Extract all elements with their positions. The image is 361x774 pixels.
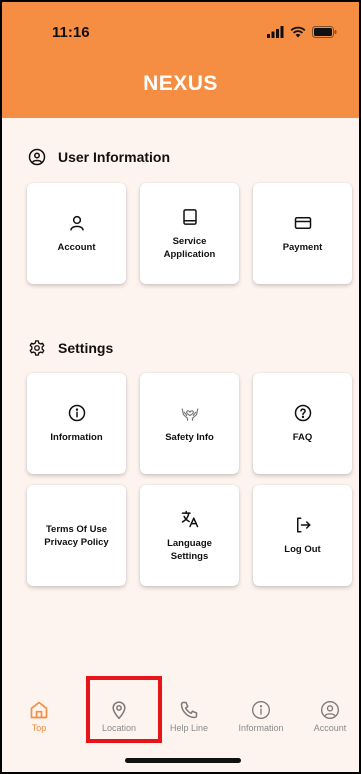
user-circle-icon (28, 148, 46, 166)
information-card-label: Information (50, 432, 103, 443)
terms-privacy-card[interactable]: Terms Of Use Privacy Policy (27, 485, 126, 586)
battery-icon (312, 26, 337, 38)
info-icon (251, 700, 271, 720)
terms-privacy-card-label: Terms Of Use Privacy Policy (44, 523, 109, 548)
nav-account[interactable]: Account (297, 700, 359, 733)
user-circle-icon (320, 700, 340, 720)
user-information-title: User Information (58, 149, 171, 165)
nav-help-line[interactable]: Help Line (156, 700, 222, 733)
info-icon (67, 403, 87, 423)
payment-card[interactable]: Payment (253, 183, 352, 284)
wifi-icon (290, 26, 306, 38)
user-icon (67, 213, 87, 233)
book-icon (180, 207, 200, 227)
status-icons (267, 26, 337, 38)
credit-card-icon (293, 213, 313, 233)
information-card[interactable]: Information (27, 373, 126, 474)
hands-heart-icon (180, 403, 200, 423)
gear-icon (28, 339, 46, 357)
settings-title: Settings (58, 340, 114, 356)
user-information-header: User Information (28, 148, 170, 166)
app-title: NEXUS (143, 72, 218, 95)
location-highlight-box (86, 676, 162, 743)
nav-help-line-label: Help Line (169, 723, 209, 733)
faq-card[interactable]: FAQ (253, 373, 352, 474)
home-icon (29, 700, 49, 720)
language-settings-card-label: Language Settings (167, 537, 212, 562)
status-bar: 11:16 (2, 20, 359, 44)
status-time: 11:16 (52, 23, 90, 41)
account-card[interactable]: Account (27, 183, 126, 284)
language-settings-card[interactable]: Language Settings (140, 485, 239, 586)
signal-icon (267, 26, 284, 38)
service-application-card-label: Service Application (163, 235, 216, 260)
home-indicator (125, 758, 241, 763)
safety-info-card-label: Safety Info (165, 432, 214, 443)
log-out-card[interactable]: Log Out (253, 485, 352, 586)
faq-card-label: FAQ (292, 432, 313, 443)
settings-header: Settings (28, 339, 113, 357)
nav-top-label: Top (31, 723, 47, 733)
log-out-card-label: Log Out (284, 544, 321, 555)
question-circle-icon (293, 403, 313, 423)
nav-information[interactable]: Information (228, 700, 294, 733)
nav-information-label: Information (238, 723, 284, 733)
bottom-navigation: Top Location Help Line Information Accou… (2, 700, 359, 748)
phone-screen: 11:16 NEXUS User Information Account Ser… (0, 0, 361, 774)
translate-icon (180, 509, 200, 529)
nav-top[interactable]: Top (6, 700, 72, 733)
app-header: 11:16 NEXUS (2, 2, 359, 118)
service-application-card[interactable]: Service Application (140, 183, 239, 284)
safety-info-card[interactable]: Safety Info (140, 373, 239, 474)
payment-card-label: Payment (282, 242, 323, 253)
phone-icon (179, 700, 199, 720)
log-out-icon (293, 515, 313, 535)
account-card-label: Account (57, 242, 96, 253)
nav-account-label: Account (313, 723, 347, 733)
